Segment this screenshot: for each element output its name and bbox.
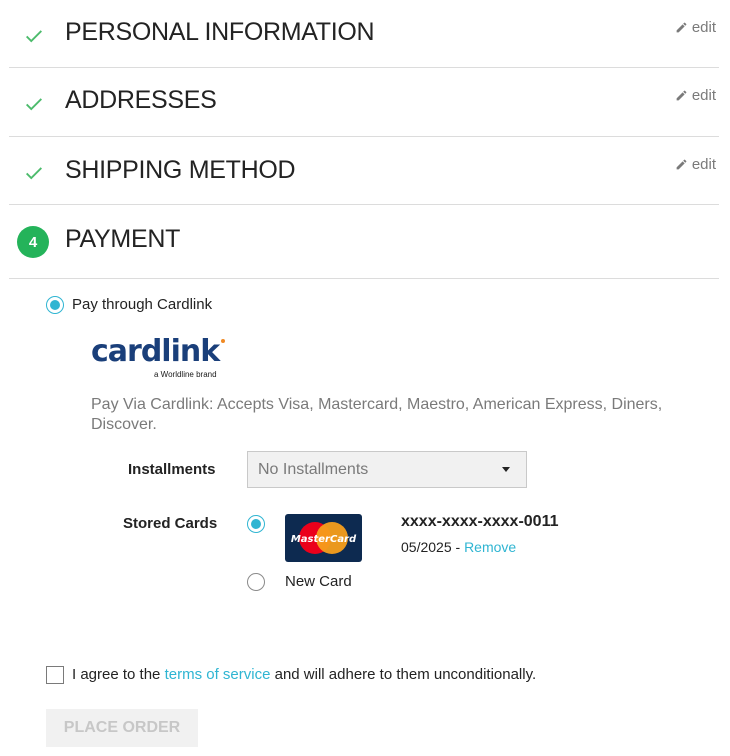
step-shipping-method: SHIPPING METHOD edit: [9, 137, 719, 205]
edit-label: edit: [691, 87, 716, 104]
edit-link[interactable]: edit: [675, 156, 716, 173]
cardlink-option-label[interactable]: Pay through Cardlink: [72, 296, 212, 313]
step-addresses: ADDRESSES edit: [9, 68, 719, 137]
step-title: PERSONAL INFORMATION: [65, 18, 375, 46]
card-number: xxxx-xxxx-xxxx-0011: [401, 513, 559, 530]
terms-prefix: I agree to the: [72, 666, 165, 683]
cardlink-logo-text: cardlink: [91, 334, 220, 369]
caret-down-icon: [502, 467, 510, 472]
mastercard-icon: MasterCard: [291, 522, 357, 554]
terms-suffix: and will adhere to them unconditionally.: [270, 666, 537, 683]
logo-dot: [221, 339, 225, 343]
card-expiry: 05/2025: [401, 539, 452, 555]
step-personal-information: PERSONAL INFORMATION edit: [9, 0, 719, 68]
mastercard-logo: MasterCard: [285, 514, 362, 562]
card-separator: -: [451, 539, 465, 555]
cardlink-radio[interactable]: [46, 296, 64, 314]
terms-checkbox[interactable]: [46, 666, 64, 684]
cardlink-logo-tagline: a Worldline brand: [154, 370, 217, 379]
cardlink-logo: cardlink a Worldline brand: [91, 334, 231, 382]
check-icon: [26, 98, 42, 111]
payment-description: Pay Via Cardlink: Accepts Visa, Masterca…: [91, 396, 663, 433]
terms-of-service-link[interactable]: terms of service: [165, 666, 271, 683]
installments-select[interactable]: No Installments: [247, 451, 527, 488]
terms-text: I agree to the terms of service and will…: [72, 666, 536, 683]
pencil-icon: [676, 22, 687, 33]
step-number-badge: 4: [17, 226, 49, 258]
card-brand-text: MasterCard: [291, 534, 357, 545]
edit-label: edit: [691, 156, 716, 173]
place-order-button[interactable]: PLACE ORDER: [46, 709, 198, 747]
pencil-icon: [676, 159, 687, 170]
installments-selected-value: No Installments: [258, 460, 369, 478]
edit-label: edit: [691, 19, 716, 36]
step-title: SHIPPING METHOD: [65, 156, 296, 184]
pencil-icon: [676, 90, 687, 101]
new-card-radio[interactable]: [247, 573, 265, 591]
step-payment: 4 PAYMENT: [9, 205, 719, 279]
check-icon: [26, 167, 42, 180]
stored-card-radio[interactable]: [247, 515, 265, 533]
stored-cards-label: Stored Cards: [123, 515, 218, 532]
installments-label: Installments: [128, 461, 216, 478]
edit-link[interactable]: edit: [675, 87, 716, 104]
new-card-label[interactable]: New Card: [285, 573, 352, 590]
remove-card-link[interactable]: Remove: [464, 539, 516, 555]
edit-link[interactable]: edit: [675, 19, 716, 36]
card-expiry-line: 05/2025 - Remove: [401, 539, 516, 555]
step-title: ADDRESSES: [65, 86, 217, 114]
step-title: PAYMENT: [65, 225, 181, 253]
check-icon: [26, 30, 42, 43]
